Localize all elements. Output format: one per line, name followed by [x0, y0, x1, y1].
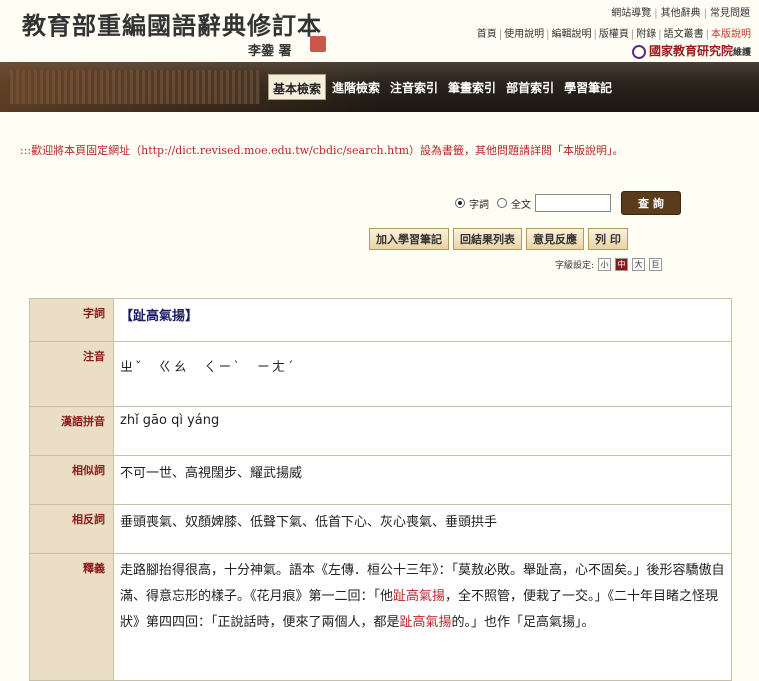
label-word: 字詞: [29, 298, 114, 342]
nav-advanced-search[interactable]: 進階檢索: [328, 74, 384, 100]
entry-pinyin: zhǐ gāo qì yáng: [113, 406, 732, 456]
font-size-setting: 字級設定: 小 中 大 巨: [555, 258, 663, 271]
font-size-huge[interactable]: 巨: [649, 258, 663, 271]
nav-study-notes[interactable]: 學習筆記: [560, 74, 616, 100]
link-copyright[interactable]: 版權頁: [597, 29, 631, 40]
table-row: 相似詞 不可一世、高視闊步、耀武揚威: [29, 455, 732, 505]
highlight-term: 趾高氣揚: [393, 589, 446, 604]
font-size-large[interactable]: 大: [632, 258, 646, 271]
nav-basic-search[interactable]: 基本檢索: [268, 74, 327, 100]
add-note-button[interactable]: 加入學習筆記: [369, 228, 449, 250]
print-button[interactable]: 列 印: [588, 228, 628, 250]
link-editing[interactable]: 編輯說明: [550, 29, 594, 40]
table-row: 相反詞 垂頭喪氣、奴顏婢膝、低聲下氣、低首下心、灰心喪氣、垂頭拱手: [29, 504, 732, 554]
site-title[interactable]: 教育部重編國語辭典修訂本: [22, 6, 322, 41]
label-definition: 釋義: [29, 553, 114, 681]
radio-word[interactable]: [455, 198, 465, 208]
search-bar: 字詞 全文 查 詢: [455, 191, 681, 215]
bookmark-notice: :::歡迎將本頁固定網址（http://dict.revised.moe.edu…: [20, 144, 624, 157]
nav-zhuyin-index[interactable]: 注音索引: [386, 74, 442, 100]
font-size-medium[interactable]: 中: [615, 258, 629, 271]
site-header: 教育部重編國語辭典修訂本 李鍌 署 網站導覽 | 其他辭典 | 常見問題 首頁 | 使用說明…: [0, 0, 759, 62]
entry-synonyms: 不可一世、高視闊步、耀武揚威: [113, 455, 732, 505]
table-row: 字詞 【趾高氣揚】: [29, 298, 732, 342]
radio-fulltext-label[interactable]: 全文: [511, 196, 531, 211]
institute-logo[interactable]: 國家教育研究院維護: [631, 42, 751, 59]
highlight-term: 趾高氣揚: [399, 615, 452, 630]
nav-radical-index[interactable]: 部首索引: [502, 74, 558, 100]
label-pinyin: 漢語拼音: [29, 406, 114, 456]
feedback-button[interactable]: 意見反應: [526, 228, 584, 250]
label-synonyms: 相似詞: [29, 455, 114, 505]
institute-suffix: 維護: [732, 48, 751, 58]
institute-name: 國家教育研究院: [648, 44, 733, 58]
entry-zhuyin: ㄓˇ ㄍㄠ ㄑㄧˋ ㄧㄤˊ: [113, 341, 732, 407]
separator: |: [546, 29, 550, 40]
top-links: 網站導覽 | 其他辭典 | 常見問題: [608, 4, 753, 19]
entry-word: 【趾高氣揚】: [113, 298, 732, 342]
link-home[interactable]: 首頁: [475, 29, 499, 40]
link-sitemap[interactable]: 網站導覽: [608, 8, 654, 19]
radio-fulltext[interactable]: [497, 198, 507, 208]
font-size-label: 字級設定:: [555, 261, 595, 271]
seal-stamp: [310, 36, 326, 52]
entry-table: 字詞 【趾高氣揚】 注音 ㄓˇ ㄍㄠ ㄑㄧˋ ㄧㄤˊ 漢語拼音 zhǐ gāo …: [29, 298, 732, 681]
font-size-small[interactable]: 小: [598, 258, 612, 271]
table-row: 漢語拼音 zhǐ gāo qì yáng: [29, 406, 732, 456]
table-row: 注音 ㄓˇ ㄍㄠ ㄑㄧˋ ㄧㄤˊ: [29, 341, 732, 407]
search-button[interactable]: 查 詢: [621, 191, 681, 215]
link-appendix[interactable]: 附錄: [634, 29, 658, 40]
link-series[interactable]: 語文叢書: [662, 29, 706, 40]
action-buttons: 加入學習筆記 回結果列表 意見反應 列 印: [369, 228, 632, 250]
label-zhuyin: 注音: [29, 341, 114, 407]
nav-stroke-index[interactable]: 筆畫索引: [444, 74, 500, 100]
radio-word-label[interactable]: 字詞: [469, 196, 489, 211]
entry-definition: 走路腳抬得很高，十分神氣。語本《左傳．桓公十三年》：「莫敖必敗。舉趾高，心不固矣…: [113, 553, 732, 681]
search-input[interactable]: [535, 194, 611, 212]
secondary-links: 首頁 | 使用說明 | 編輯說明 | 版權頁 | 附錄 | 語文叢書 | 本版說明: [475, 25, 753, 40]
label-antonyms: 相反詞: [29, 504, 114, 554]
calligrapher-signature: 李鍌 署: [248, 44, 292, 59]
definition-text: 的。」也作「足高氣揚」。: [451, 615, 595, 630]
table-row: 釋義 走路腳抬得很高，十分神氣。語本《左傳．桓公十三年》：「莫敖必敗。舉趾高，心…: [29, 553, 732, 681]
entry-antonyms: 垂頭喪氣、奴顏婢膝、低聲下氣、低首下心、灰心喪氣、垂頭拱手: [113, 504, 732, 554]
link-version[interactable]: 本版說明: [709, 29, 753, 40]
link-usage[interactable]: 使用說明: [502, 29, 546, 40]
nav-menu: 基本檢索 進階檢索 注音索引 筆畫索引 部首索引 學習筆記: [268, 74, 618, 100]
back-to-results-button[interactable]: 回結果列表: [453, 228, 522, 250]
naer-logo-icon: [631, 44, 646, 59]
link-other-dicts[interactable]: 其他辭典: [658, 8, 704, 19]
link-faq[interactable]: 常見問題: [707, 8, 753, 19]
